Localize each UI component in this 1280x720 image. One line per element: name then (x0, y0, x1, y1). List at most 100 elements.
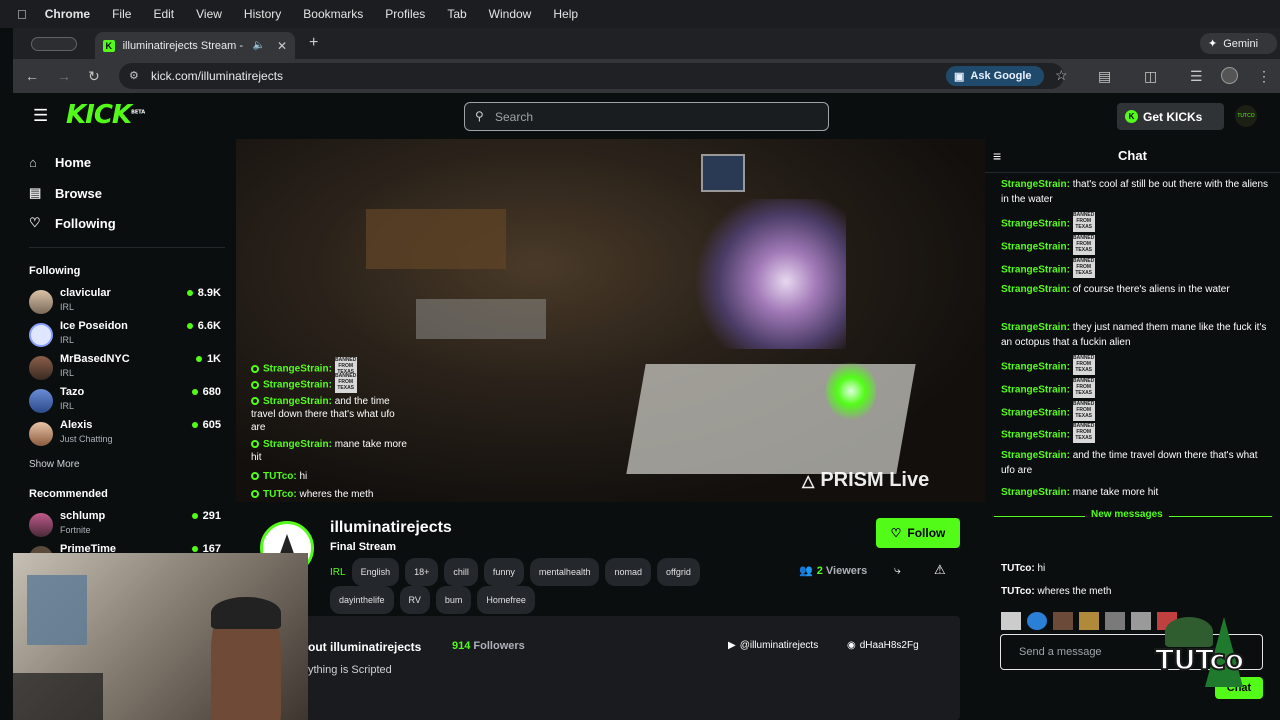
tag-chip[interactable]: chill (444, 558, 478, 586)
new-tab-icon[interactable]: + (309, 34, 318, 52)
tag-chip[interactable]: nomad (605, 558, 651, 586)
nav-browse[interactable]: ▤ Browse (29, 185, 102, 201)
get-kicks-button[interactable]: K Get KICKs (1117, 103, 1224, 130)
gemini-button[interactable]: ✦ Gemini (1200, 33, 1277, 54)
channel-name: Ice Poseidon (60, 320, 128, 332)
banned-from-texas-emote: BANNED FROM TEXAS (1072, 401, 1095, 421)
overlay-chat-line: TUTco: wheres the meth (251, 488, 411, 501)
emote-icon[interactable] (1131, 612, 1151, 630)
viewers-number: 2 (816, 565, 823, 577)
forward-arrow-icon[interactable]: → (57, 68, 71, 84)
url-text[interactable]: kick.com/illuminatirejects (151, 69, 283, 83)
address-bar[interactable]: ⚙ kick.com/illuminatirejects ▣ Ask Googl… (119, 63, 1068, 89)
menu-file[interactable]: File (112, 7, 131, 21)
sidebar-channel-alexis[interactable]: Alexis Just Chatting 605 (29, 419, 221, 449)
sidebar-channel-clavicular[interactable]: clavicular IRL 8.9K (29, 287, 221, 317)
sidebar-channel-mrbasednyc[interactable]: MrBasedNYC IRL 1K (29, 353, 221, 383)
kick-logo[interactable]: KICKBETA (66, 100, 145, 130)
channel-bio: ything is Scripted (308, 664, 392, 676)
hamburger-menu-icon[interactable]: ☰ (33, 106, 48, 126)
sidebar-channel-ice-poseidon[interactable]: Ice Poseidon IRL 6.6K (29, 320, 221, 350)
discord-link[interactable]: ◉ dHaaH8s2Fg (847, 640, 919, 651)
chat-message: StrangeStrain: BANNED FROM TEXAS (1001, 401, 1095, 421)
sidebar-channel-tazo[interactable]: Tazo IRL 680 (29, 386, 221, 416)
nav-following[interactable]: ♡ Following (29, 215, 116, 231)
channel-name: clavicular (60, 287, 111, 299)
channel-category: IRL (60, 335, 75, 345)
tag-chip[interactable]: 18+ (405, 558, 439, 586)
chat-message: StrangeStrain: BANNED FROM TEXAS (1001, 235, 1095, 255)
tag-chip[interactable]: mentalhealth (529, 558, 600, 586)
speaker-icon[interactable]: 🔈 (252, 40, 264, 51)
tab-active[interactable]: K illuminatirejects Stream - 🔈 ✕ (95, 32, 295, 59)
menu-help[interactable]: Help (553, 7, 578, 21)
about-title: out illuminatirejects (308, 640, 422, 654)
apple-icon[interactable]:  (17, 7, 27, 22)
tag-chip[interactable]: English (351, 558, 400, 586)
emote-icon[interactable] (1105, 612, 1125, 630)
tab-group-pill[interactable] (31, 37, 77, 51)
kick-favicon-icon: K (103, 39, 115, 52)
report-warning-icon[interactable]: ⚠ (934, 562, 946, 578)
user-avatar[interactable]: TUTCO (1235, 105, 1257, 127)
menu-window[interactable]: Window (489, 7, 532, 21)
tag-chip[interactable]: RV (399, 586, 430, 614)
avatar (29, 323, 53, 347)
kebab-menu-icon[interactable]: ⋮ (1257, 68, 1271, 85)
emote-icon[interactable] (1053, 612, 1073, 630)
youtube-link[interactable]: ▶ @illuminatirejects (728, 640, 818, 651)
ask-google-button[interactable]: ▣ Ask Google (946, 66, 1044, 86)
new-messages-label: New messages (1085, 509, 1169, 520)
menu-edit[interactable]: Edit (153, 7, 174, 21)
show-more-link[interactable]: Show More (29, 459, 80, 470)
media-controls-icon[interactable]: ☰ (1190, 68, 1203, 85)
home-icon: ⌂ (29, 155, 37, 170)
menu-history[interactable]: History (244, 7, 281, 21)
tag-chip[interactable]: dayinthelife (330, 586, 394, 614)
tag-chip[interactable]: Homefree (477, 586, 535, 614)
followers-label: Followers (473, 640, 525, 652)
banned-from-texas-emote: BANNED FROM TEXAS (1072, 423, 1095, 443)
lens-icon: ▣ (954, 70, 965, 83)
bookmark-star-icon[interactable]: ☆ (1055, 67, 1068, 84)
category-link[interactable]: IRL (330, 567, 346, 578)
globe-emote-icon[interactable] (1027, 612, 1047, 630)
reload-icon[interactable]: ↻ (88, 68, 100, 85)
video-player[interactable]: △ PRISM Live StrangeStrain: BANNED FROM T… (236, 139, 985, 502)
webcam-chair (13, 673, 103, 720)
viewer-count: 8.9K (187, 287, 221, 299)
menu-profiles[interactable]: Profiles (385, 7, 425, 21)
search-input[interactable]: ⚲ Search (464, 102, 829, 131)
beta-badge: BETA (131, 109, 146, 116)
back-arrow-icon[interactable]: ← (25, 68, 39, 84)
tab-search-icon[interactable]: ◫ (1144, 68, 1157, 85)
follow-button[interactable]: ♡ Follow (876, 518, 960, 548)
share-icon[interactable]: ⤷ (894, 563, 901, 578)
close-tab-icon[interactable]: ✕ (277, 39, 287, 53)
extensions-icon[interactable]: ▤ (1098, 68, 1111, 85)
tag-chip[interactable]: offgrid (657, 558, 700, 586)
viewers-icon: 👥 (799, 565, 813, 577)
site-info-icon[interactable]: ⚙ (129, 69, 139, 82)
avatar (29, 513, 53, 537)
heart-icon: ♡ (29, 215, 41, 230)
tag-chip[interactable]: bum (435, 586, 472, 614)
nav-home[interactable]: ⌂ Home (29, 155, 91, 170)
search-icon: ⚲ (475, 109, 484, 123)
menu-tab[interactable]: Tab (447, 7, 466, 21)
browser-window: K illuminatirejects Stream - 🔈 ✕ + ✦ Gem… (13, 28, 1280, 720)
menu-bookmarks[interactable]: Bookmarks (303, 7, 363, 21)
emote-icon[interactable] (1001, 612, 1021, 630)
viewer-count: 680 (192, 386, 221, 398)
discord-icon: ◉ (847, 640, 856, 651)
sidebar-channel-schlump[interactable]: schlump Fortnite 291 (29, 510, 221, 540)
watermark-text: PRISM Live (820, 469, 930, 491)
menu-view[interactable]: View (196, 7, 222, 21)
chat-message: StrangeStrain: and the time travel down … (1001, 450, 1258, 476)
tag-chip[interactable]: funny (483, 558, 524, 586)
emote-icon[interactable] (1079, 612, 1099, 630)
menu-app-name[interactable]: Chrome (45, 7, 90, 21)
banned-from-texas-emote: BANNED FROM TEXAS (334, 373, 357, 393)
profile-avatar[interactable] (1221, 67, 1238, 84)
channel-name-heading[interactable]: illuminatirejects (330, 519, 452, 537)
